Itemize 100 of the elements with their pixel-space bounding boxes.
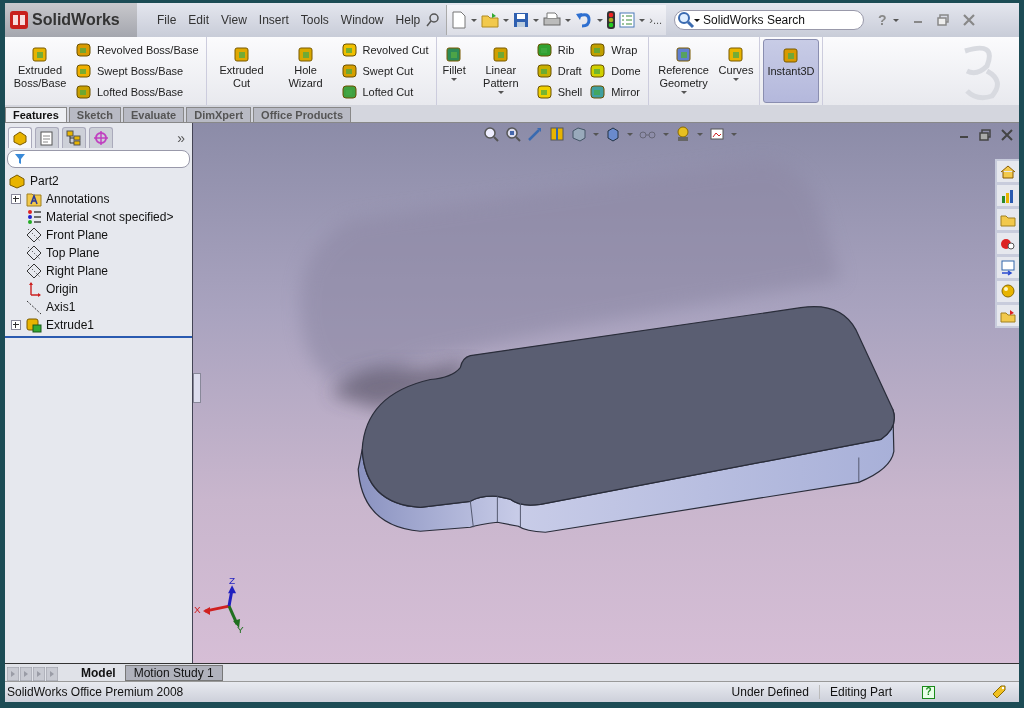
section-view-icon[interactable] bbox=[549, 126, 565, 142]
glasses-icon[interactable] bbox=[639, 128, 657, 140]
scroll-arrow-icon[interactable] bbox=[33, 667, 45, 681]
tree-item[interactable]: Part2 bbox=[30, 174, 59, 188]
ribbon-button[interactable]: Dome bbox=[590, 63, 641, 79]
command-tab[interactable]: Features bbox=[5, 107, 67, 122]
display-style-icon[interactable] bbox=[605, 126, 621, 142]
status-text: SolidWorks Office Premium 2008 bbox=[6, 685, 184, 699]
caret-icon[interactable] bbox=[451, 78, 458, 81]
caret-icon[interactable] bbox=[497, 91, 504, 94]
caret-icon[interactable] bbox=[565, 18, 572, 22]
expand-toggle[interactable] bbox=[11, 194, 21, 204]
tree-item[interactable]: Extrude1 bbox=[46, 318, 95, 332]
caret-icon[interactable] bbox=[733, 78, 739, 81]
ribbon-button[interactable]: Revolved Cut bbox=[341, 41, 429, 58]
tree-item[interactable]: Axis1 bbox=[46, 300, 76, 314]
ribbon-button[interactable]: Lofted Cut bbox=[341, 84, 429, 101]
ribbon-button[interactable]: Instant3D bbox=[763, 39, 819, 103]
command-tab[interactable]: DimXpert bbox=[186, 107, 252, 122]
status-text: Under Defined bbox=[730, 685, 810, 699]
help-button[interactable]: ? bbox=[922, 685, 935, 699]
caret-icon[interactable] bbox=[471, 18, 478, 22]
previous-view-icon[interactable] bbox=[527, 126, 543, 142]
ribbon-button[interactable]: Shell bbox=[536, 84, 583, 101]
home-icon[interactable] bbox=[997, 161, 1019, 182]
panel-tab[interactable] bbox=[8, 127, 32, 148]
appearance-icon[interactable] bbox=[675, 126, 691, 142]
app-logo-text: SolidWorks bbox=[32, 11, 120, 29]
ribbon-button[interactable]: Swept Cut bbox=[341, 63, 429, 79]
chart-library-icon[interactable] bbox=[997, 185, 1019, 206]
ribbon-button[interactable]: Draft bbox=[536, 63, 583, 79]
search-field[interactable]: SolidWorks Search bbox=[674, 10, 865, 30]
tree-item[interactable]: Material <not specified> bbox=[46, 210, 174, 224]
menu-item[interactable]: File bbox=[151, 13, 183, 27]
scroll-arrow-icon[interactable] bbox=[7, 667, 19, 681]
traffic-light-icon[interactable] bbox=[607, 11, 616, 29]
pin-icon[interactable] bbox=[426, 13, 441, 27]
scroll-arrow-icon[interactable] bbox=[46, 667, 58, 681]
restore-icon[interactable] bbox=[936, 14, 949, 26]
filter-field[interactable] bbox=[7, 150, 190, 168]
appearance-icon[interactable] bbox=[997, 281, 1019, 302]
ribbon-button[interactable]: Mirror bbox=[590, 84, 641, 101]
caret-icon[interactable] bbox=[639, 18, 646, 22]
close-icon[interactable] bbox=[962, 14, 975, 26]
folder-icon[interactable] bbox=[481, 12, 500, 28]
ribbon-button[interactable]: Lofted Boss/Base bbox=[76, 84, 199, 101]
tag-icon[interactable] bbox=[991, 684, 1007, 700]
folder-icon[interactable] bbox=[997, 305, 1019, 326]
ribbon-button[interactable]: Extruded Cut bbox=[209, 39, 274, 103]
search-input[interactable]: SolidWorks Search bbox=[703, 13, 854, 27]
ribbon-button[interactable]: Hole Wizard bbox=[273, 39, 338, 103]
command-tab[interactable]: Office Products bbox=[253, 107, 351, 122]
ribbon-button[interactable]: Wrap bbox=[590, 41, 641, 58]
ribbon-button[interactable]: Fillet bbox=[439, 39, 469, 103]
scroll-arrow-icon[interactable] bbox=[20, 667, 32, 681]
tree-item[interactable]: Origin bbox=[46, 282, 78, 296]
study-tab[interactable]: Motion Study 1 bbox=[124, 665, 223, 681]
view-orientation-icon[interactable] bbox=[571, 126, 587, 142]
restore-icon[interactable] bbox=[979, 129, 991, 141]
menu-item[interactable]: View bbox=[215, 13, 253, 27]
expand-button[interactable]: » bbox=[177, 129, 185, 146]
ribbon-button[interactable]: Linear Pattern bbox=[468, 39, 533, 103]
caret-icon[interactable] bbox=[680, 91, 687, 94]
tree-item[interactable]: Right Plane bbox=[46, 264, 109, 278]
command-tab[interactable]: Sketch bbox=[68, 107, 121, 122]
new-document-icon[interactable] bbox=[451, 11, 468, 29]
caret-icon[interactable] bbox=[694, 18, 701, 22]
tool-icon bbox=[536, 84, 553, 101]
scene-icon[interactable] bbox=[709, 126, 725, 142]
menu-item[interactable]: Insert bbox=[252, 13, 295, 27]
ribbon-button[interactable]: Reference Geometry bbox=[651, 39, 716, 103]
ribbon-button[interactable]: Swept Boss/Base bbox=[76, 63, 199, 79]
zoom-area-icon[interactable] bbox=[505, 126, 521, 142]
command-tab[interactable]: Evaluate bbox=[122, 107, 185, 122]
view-palette-icon[interactable] bbox=[997, 257, 1019, 278]
caret-icon[interactable] bbox=[533, 18, 540, 22]
ribbon-button[interactable]: Rib bbox=[536, 41, 583, 58]
tool-icon bbox=[341, 41, 358, 58]
ribbon-button[interactable]: Curves bbox=[715, 39, 757, 103]
ribbon-button[interactable]: Revolved Boss/Base bbox=[76, 41, 199, 58]
panel-tab[interactable] bbox=[62, 127, 86, 148]
more-tools-button[interactable]: ›... bbox=[649, 14, 663, 26]
panel-tab[interactable] bbox=[35, 127, 59, 148]
close-icon[interactable] bbox=[1001, 129, 1013, 141]
printer-icon[interactable] bbox=[543, 12, 562, 28]
panel-tab[interactable] bbox=[89, 127, 113, 148]
tree-item[interactable]: Top Plane bbox=[46, 246, 100, 260]
menu-item[interactable]: Edit bbox=[182, 13, 216, 27]
caret-icon[interactable] bbox=[503, 18, 510, 22]
menu-item[interactable]: Help bbox=[389, 13, 427, 27]
tree-item[interactable]: Annotations bbox=[46, 192, 110, 206]
ribbon-button[interactable]: Extruded Boss/Base bbox=[8, 39, 72, 103]
zoom-fit-icon[interactable] bbox=[483, 126, 499, 142]
panel-collapse-handle[interactable] bbox=[193, 373, 201, 403]
menu-item[interactable]: Window bbox=[334, 13, 390, 27]
save-icon[interactable] bbox=[513, 12, 530, 28]
caret-icon[interactable] bbox=[597, 18, 604, 22]
expand-toggle[interactable] bbox=[11, 320, 21, 330]
menu-item[interactable]: Tools bbox=[294, 13, 335, 27]
tree-item[interactable]: Front Plane bbox=[46, 228, 109, 242]
